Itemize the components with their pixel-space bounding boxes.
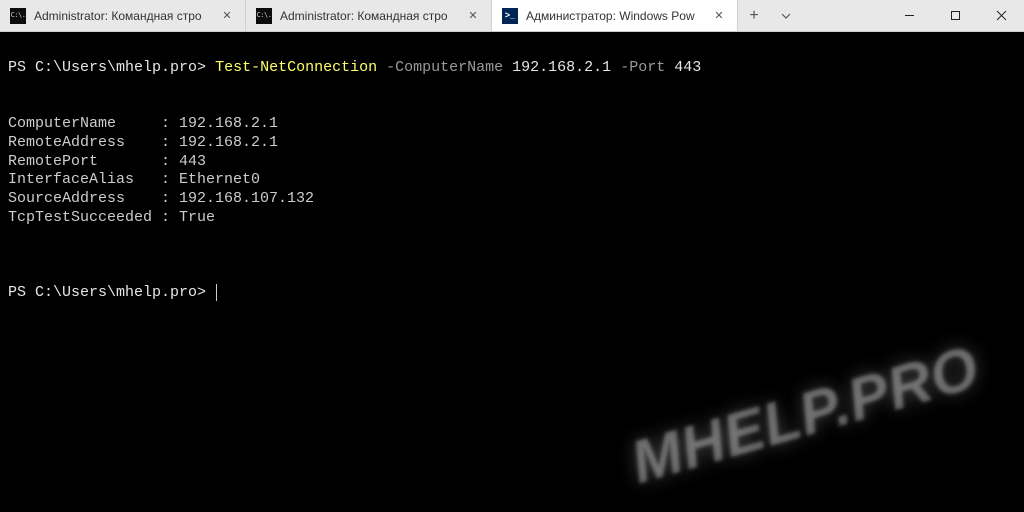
cmd-icon: C:\. xyxy=(256,8,272,24)
command-cmdlet: Test-NetConnection xyxy=(215,59,377,76)
output-row: RemoteAddress : 192.168.2.1 xyxy=(8,134,278,151)
command-param: -ComputerName xyxy=(386,59,503,76)
close-window-button[interactable] xyxy=(978,0,1024,31)
output-row: TcpTestSucceeded : True xyxy=(8,209,215,226)
output-row: RemotePort : 443 xyxy=(8,153,206,170)
watermark-text: MHELP.PRO xyxy=(623,329,988,500)
terminal-pane[interactable]: PS C:\Users\mhelp.pro> Test-NetConnectio… xyxy=(0,32,1024,512)
close-icon[interactable]: ✕ xyxy=(465,8,481,24)
tab-cmd-1[interactable]: C:\. Administrator: Командная стро ✕ xyxy=(0,0,246,31)
chevron-down-icon xyxy=(780,10,792,22)
minimize-button[interactable] xyxy=(886,0,932,31)
command-arg: 443 xyxy=(674,59,701,76)
close-icon[interactable]: ✕ xyxy=(711,8,727,24)
prompt-path: PS C:\Users\mhelp.pro> xyxy=(8,284,206,301)
output-row: SourceAddress : 192.168.107.132 xyxy=(8,190,314,207)
command-arg: 192.168.2.1 xyxy=(512,59,611,76)
powershell-icon: >_ xyxy=(502,8,518,24)
text-cursor xyxy=(216,284,217,301)
tab-powershell[interactable]: >_ Администратор: Windows Pow ✕ xyxy=(492,0,738,31)
tab-dropdown-button[interactable] xyxy=(770,0,802,31)
cmd-icon: C:\. xyxy=(10,8,26,24)
title-bar: C:\. Administrator: Командная стро ✕ C:\… xyxy=(0,0,1024,32)
maximize-icon xyxy=(950,10,961,21)
tab-title: Administrator: Командная стро xyxy=(280,9,457,23)
title-bar-spacer xyxy=(802,0,886,31)
output-row: ComputerName : 192.168.2.1 xyxy=(8,115,278,132)
window-controls xyxy=(886,0,1024,31)
command-param: -Port xyxy=(620,59,665,76)
maximize-button[interactable] xyxy=(932,0,978,31)
tab-cmd-2[interactable]: C:\. Administrator: Командная стро ✕ xyxy=(246,0,492,31)
tab-strip: C:\. Administrator: Командная стро ✕ C:\… xyxy=(0,0,738,31)
minimize-icon xyxy=(904,10,915,21)
tab-title: Администратор: Windows Pow xyxy=(526,9,703,23)
close-icon xyxy=(996,10,1007,21)
output-row: InterfaceAlias : Ethernet0 xyxy=(8,171,260,188)
plus-icon: + xyxy=(749,7,758,25)
close-icon[interactable]: ✕ xyxy=(219,8,235,24)
prompt-path: PS C:\Users\mhelp.pro> xyxy=(8,59,206,76)
new-tab-button[interactable]: + xyxy=(738,0,770,31)
tab-title: Administrator: Командная стро xyxy=(34,9,211,23)
